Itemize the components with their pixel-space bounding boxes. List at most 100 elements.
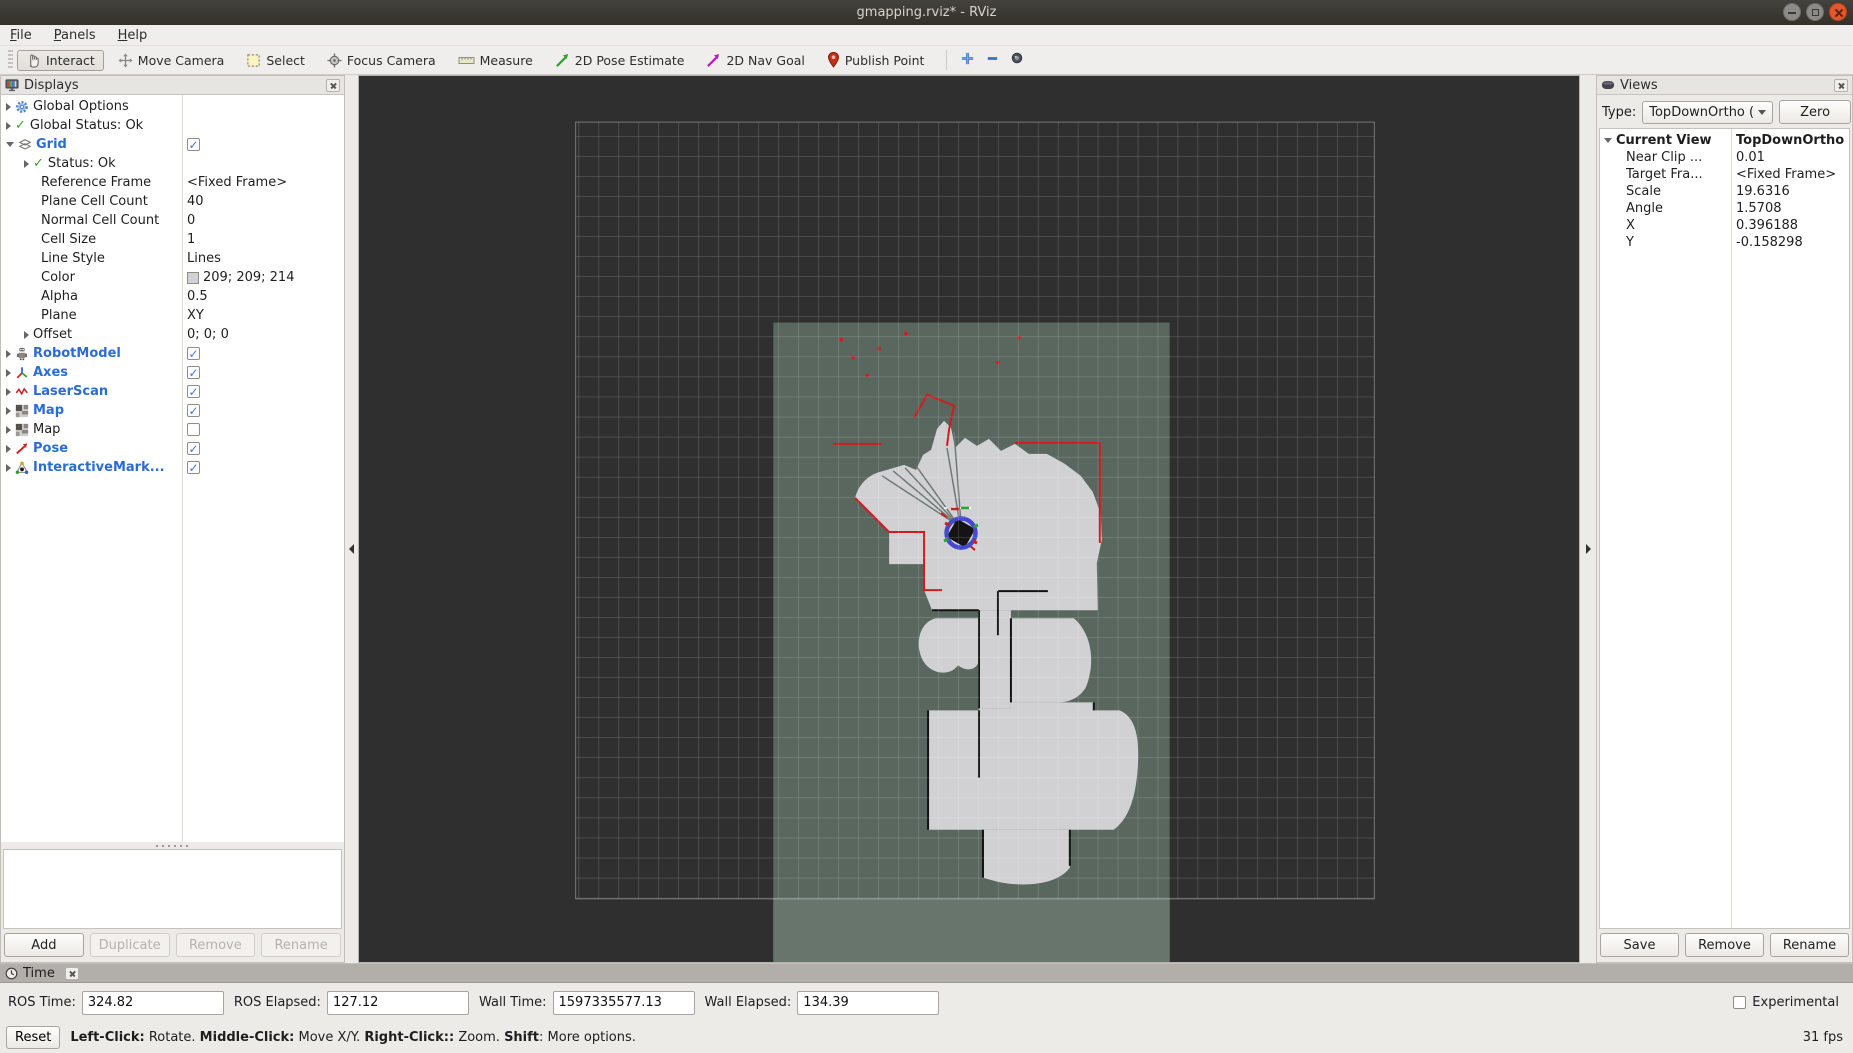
view-row-current-view[interactable]: Current View TopDownOrtho ... [1600, 132, 1849, 149]
displays-close-icon[interactable] [326, 79, 340, 92]
focus-camera-tool-button[interactable]: Focus Camera [319, 51, 444, 70]
add-display-button[interactable]: Add [4, 933, 84, 957]
tree-row-offset[interactable]: Offset 0; 0; 0 [1, 325, 344, 344]
save-view-button[interactable]: Save [1600, 933, 1679, 957]
rename-view-button[interactable]: Rename [1770, 933, 1849, 957]
view-type-dropdown[interactable]: TopDownOrtho ( [1642, 101, 1773, 124]
tool-properties-button[interactable] [1005, 49, 1029, 71]
tree-row-interactivemarkers[interactable]: InteractiveMark... ✓ [1, 458, 344, 477]
reference-frame-value[interactable]: <Fixed Frame> [182, 173, 344, 192]
pose-estimate-tool-button[interactable]: 2D Pose Estimate [547, 51, 693, 70]
expander-icon[interactable] [6, 369, 11, 377]
menu-file[interactable]: File [10, 28, 32, 43]
expander-icon[interactable] [24, 160, 29, 168]
expander-icon[interactable] [6, 103, 11, 111]
collapse-left-panel-icon[interactable] [349, 544, 354, 554]
expander-icon[interactable] [24, 331, 29, 339]
nav-goal-tool-button[interactable]: 2D Nav Goal [698, 51, 812, 70]
expander-icon[interactable] [6, 388, 11, 396]
line-style-value[interactable]: Lines [182, 249, 344, 268]
expander-icon[interactable] [6, 426, 11, 434]
tree-row-global-options[interactable]: Global Options [1, 97, 344, 116]
target-frame-value[interactable]: <Fixed Frame> [1731, 166, 1849, 183]
zero-view-button[interactable]: Zero [1779, 100, 1851, 124]
select-tool-button[interactable]: Select [238, 51, 313, 70]
expander-icon[interactable] [6, 407, 11, 415]
offset-value[interactable]: 0; 0; 0 [182, 325, 344, 344]
tree-row-color[interactable]: Color 209; 209; 214 [1, 268, 344, 287]
add-tool-button[interactable] [955, 49, 980, 72]
scale-value[interactable]: 19.6316 [1731, 183, 1849, 200]
tree-row-plane-cell-count[interactable]: Plane Cell Count 40 [1, 192, 344, 211]
tree-row-reference-frame[interactable]: Reference Frame <Fixed Frame> [1, 173, 344, 192]
expander-icon[interactable] [6, 122, 11, 130]
experimental-checkbox[interactable]: ✓ [1733, 996, 1746, 1009]
rename-display-button[interactable]: Rename [261, 933, 341, 957]
duplicate-display-button[interactable]: Duplicate [90, 933, 170, 957]
interact-tool-button[interactable]: Interact [17, 50, 104, 71]
move-camera-tool-button[interactable]: Move Camera [110, 51, 233, 70]
toolbar-drag-handle[interactable] [8, 50, 13, 70]
tree-row-map2[interactable]: Map ✓ [1, 420, 344, 439]
plane-cell-count-value[interactable]: 40 [182, 192, 344, 211]
expander-icon[interactable] [6, 142, 14, 147]
reset-button[interactable]: Reset [6, 1026, 60, 1049]
tree-row-global-status[interactable]: ✓ Global Status: Ok [1, 116, 344, 135]
color-value[interactable]: 209; 209; 214 [182, 268, 344, 287]
expander-icon[interactable] [6, 445, 11, 453]
robotmodel-checkbox[interactable]: ✓ [187, 347, 200, 360]
left-panel-splitter[interactable] [345, 75, 358, 963]
time-panel-header[interactable]: Time [0, 964, 1853, 983]
close-button[interactable] [1829, 3, 1847, 21]
menu-help[interactable]: Help [118, 28, 148, 43]
remove-view-button[interactable]: Remove [1685, 933, 1764, 957]
map2-checkbox[interactable]: ✓ [187, 423, 200, 436]
measure-tool-button[interactable]: Measure [450, 51, 541, 70]
time-close-icon[interactable] [65, 967, 79, 980]
view-row-x[interactable]: X 0.396188 [1600, 217, 1849, 234]
tree-row-alpha[interactable]: Alpha 0.5 [1, 287, 344, 306]
render-viewport[interactable] [358, 75, 1580, 963]
tree-row-grid-status[interactable]: ✓ Status: Ok [1, 154, 344, 173]
tree-row-axes[interactable]: Axes ✓ [1, 363, 344, 382]
y-value[interactable]: -0.158298 [1731, 234, 1849, 251]
cell-size-value[interactable]: 1 [182, 230, 344, 249]
tree-row-pose[interactable]: Pose ✓ [1, 439, 344, 458]
x-value[interactable]: 0.396188 [1731, 217, 1849, 234]
normal-cell-count-value[interactable]: 0 [182, 211, 344, 230]
tree-row-grid[interactable]: Grid ✓ [1, 135, 344, 154]
tree-row-line-style[interactable]: Line Style Lines [1, 249, 344, 268]
views-close-icon[interactable] [1834, 79, 1848, 92]
wall-time-input[interactable] [553, 991, 695, 1015]
displays-splitter-handle[interactable] [1, 842, 344, 849]
view-row-angle[interactable]: Angle 1.5708 [1600, 200, 1849, 217]
angle-value[interactable]: 1.5708 [1731, 200, 1849, 217]
tree-row-laserscan[interactable]: LaserScan ✓ [1, 382, 344, 401]
views-panel-header[interactable]: Views [1597, 76, 1852, 95]
ros-elapsed-input[interactable] [327, 991, 469, 1015]
plane-value[interactable]: XY [182, 306, 344, 325]
map1-checkbox[interactable]: ✓ [187, 404, 200, 417]
laserscan-checkbox[interactable]: ✓ [187, 385, 200, 398]
tree-row-map1[interactable]: Map ✓ [1, 401, 344, 420]
tree-row-plane[interactable]: Plane XY [1, 306, 344, 325]
expander-icon[interactable] [6, 464, 11, 472]
axes-checkbox[interactable]: ✓ [187, 366, 200, 379]
view-row-near-clip[interactable]: Near Clip ... 0.01 [1600, 149, 1849, 166]
remove-display-button[interactable]: Remove [176, 933, 256, 957]
view-row-y[interactable]: Y -0.158298 [1600, 234, 1849, 251]
wall-elapsed-input[interactable] [797, 991, 939, 1015]
menu-panels[interactable]: Panels [54, 28, 96, 43]
remove-tool-button[interactable] [980, 49, 1005, 72]
interactivemarkers-checkbox[interactable]: ✓ [187, 461, 200, 474]
tree-row-normal-cell-count[interactable]: Normal Cell Count 0 [1, 211, 344, 230]
grid-checkbox[interactable]: ✓ [187, 138, 200, 151]
tree-row-cell-size[interactable]: Cell Size 1 [1, 230, 344, 249]
maximize-button[interactable] [1806, 3, 1824, 21]
ros-time-input[interactable] [82, 991, 224, 1015]
displays-panel-header[interactable]: Displays [1, 76, 344, 95]
expander-icon[interactable] [6, 350, 11, 358]
right-panel-splitter[interactable] [1580, 75, 1596, 963]
minimize-button[interactable] [1783, 3, 1801, 21]
near-clip-value[interactable]: 0.01 [1731, 149, 1849, 166]
